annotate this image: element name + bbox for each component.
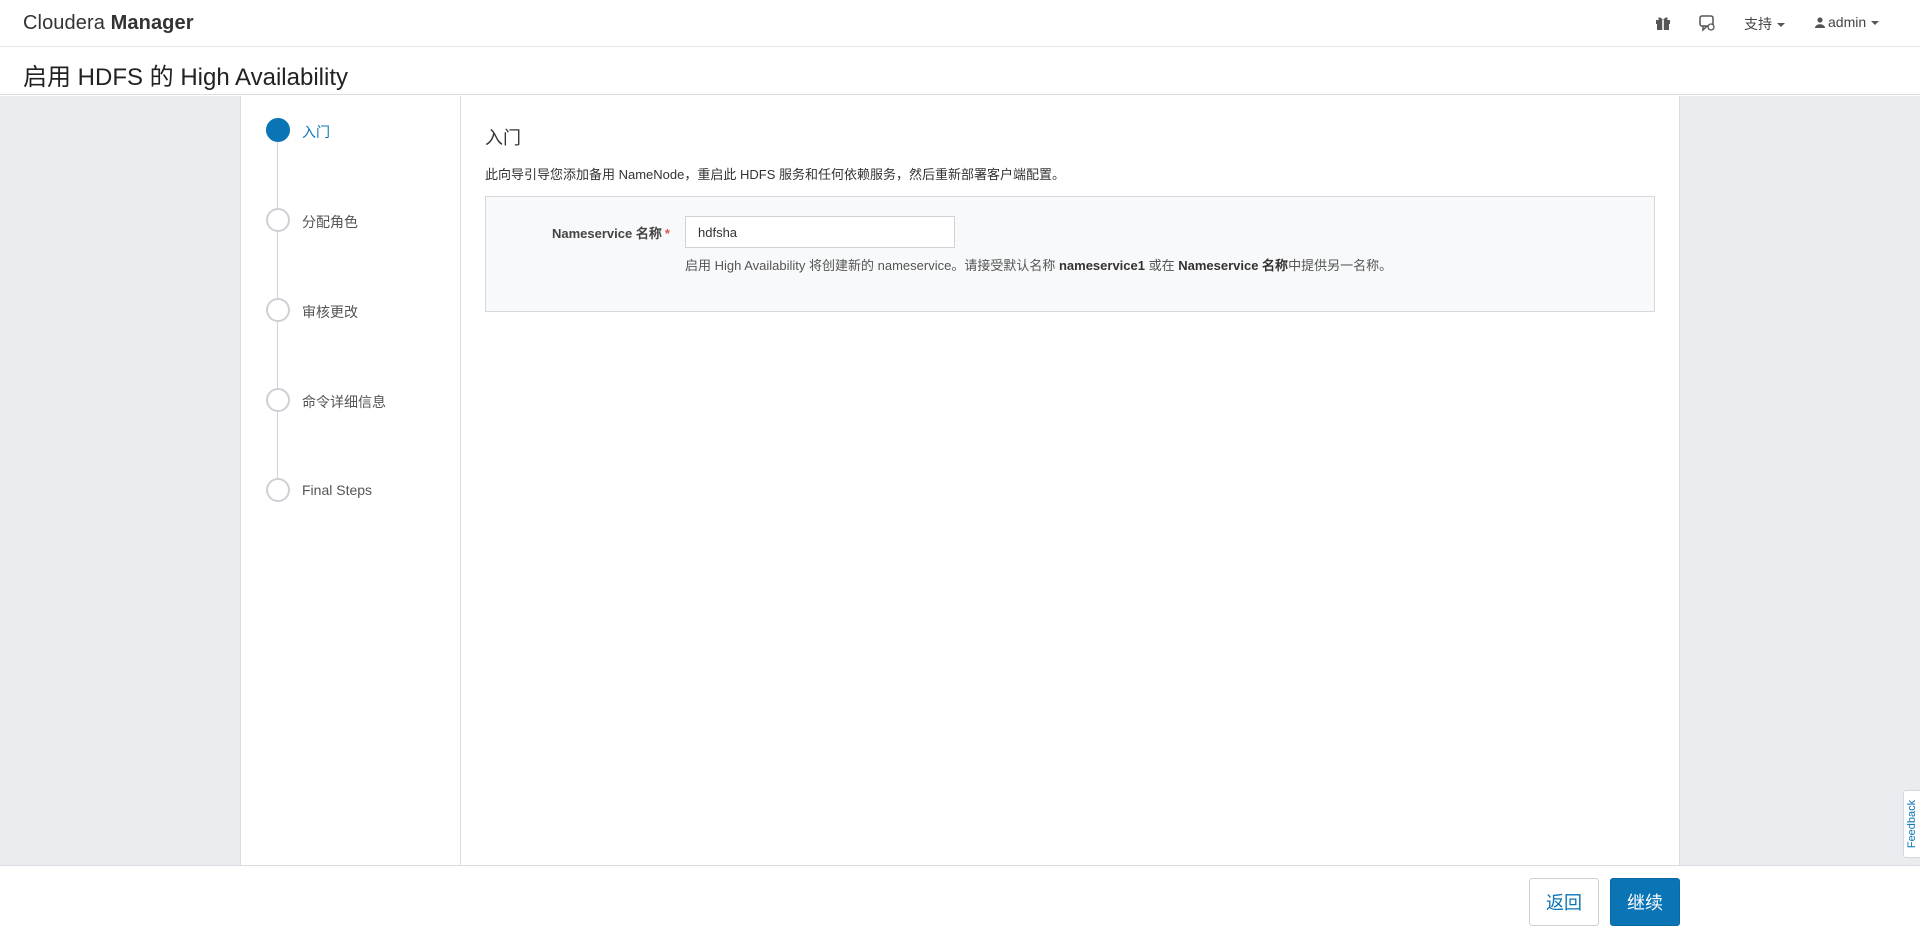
step-indicator-icon <box>266 118 290 142</box>
step-indicator-icon <box>266 478 290 502</box>
step-assign-roles[interactable]: 分配角色 <box>266 208 456 232</box>
nameservice-help: 启用 High Availability 将创建新的 nameservice。请… <box>685 255 1392 274</box>
step-label: 入门 <box>302 124 330 140</box>
help-prefix: 启用 High Availability 将创建新的 nameservice。请… <box>685 258 1059 273</box>
nameservice-form: Nameservice 名称* 启用 High Availability 将创建… <box>485 196 1655 312</box>
wizard-panel: 入门 分配角色 审核更改 命令详细信息 Final Steps 入门 此向导引导… <box>240 96 1680 865</box>
support-label: 支持 <box>1744 16 1772 32</box>
nameservice-input[interactable] <box>685 216 955 248</box>
step-label: 审核更改 <box>302 304 358 320</box>
required-mark: * <box>664 226 670 241</box>
brand-logo[interactable]: Cloudera Manager <box>23 12 194 35</box>
nameservice-label-text: Nameservice 名称 <box>552 226 662 241</box>
title-bar: 启用 HDFS 的 High Availability <box>0 47 1920 95</box>
step-label: 分配角色 <box>302 214 358 230</box>
user-label: admin <box>1828 14 1867 30</box>
step-indicator-icon <box>266 388 290 412</box>
back-button[interactable]: 返回 <box>1529 878 1599 926</box>
help-suffix: 中提供另一名称。 <box>1288 258 1393 273</box>
brand-bold: Manager <box>110 12 194 34</box>
step-getting-started[interactable]: 入门 <box>266 118 456 142</box>
wizard-footer: 返回 继续 <box>0 865 1920 937</box>
step-command-details[interactable]: 命令详细信息 <box>266 388 456 412</box>
page-title: 启用 HDFS 的 High Availability <box>23 64 348 91</box>
help-default-name: nameservice1 <box>1058 258 1145 273</box>
wizard-steps: 入门 分配角色 审核更改 命令详细信息 Final Steps <box>241 96 461 865</box>
user-menu[interactable]: admin <box>1815 14 1880 30</box>
step-review-changes[interactable]: 审核更改 <box>266 298 456 322</box>
gift-icon[interactable] <box>1654 14 1672 32</box>
help-middle: 或在 <box>1144 258 1179 273</box>
section-title: 入门 <box>485 128 521 148</box>
help-field-name: Nameservice 名称 <box>1178 258 1289 273</box>
intro-text: 此向导引导您添加备用 NameNode，重启此 HDFS 服务和任何依赖服务，然… <box>485 167 1065 182</box>
step-indicator-icon <box>266 298 290 322</box>
support-menu[interactable]: 支持 <box>1744 14 1785 34</box>
step-label: 命令详细信息 <box>302 394 386 410</box>
feedback-tab[interactable]: Feedback <box>1903 790 1920 858</box>
feedback-label: Feedback <box>1906 799 1918 849</box>
step-label: Final Steps <box>302 482 373 498</box>
chevron-down-icon <box>1871 21 1880 25</box>
chevron-down-icon <box>1777 23 1785 27</box>
chat-icon[interactable] <box>1698 14 1716 32</box>
nameservice-label: Nameservice 名称 * <box>552 223 670 242</box>
step-indicator-icon <box>266 208 290 232</box>
user-icon <box>1815 17 1825 28</box>
continue-button[interactable]: 继续 <box>1610 878 1680 926</box>
brand-light: Cloudera <box>23 12 105 34</box>
top-navbar: Cloudera Manager 支持 admin <box>0 0 1920 47</box>
step-final-steps[interactable]: Final Steps <box>266 478 456 502</box>
